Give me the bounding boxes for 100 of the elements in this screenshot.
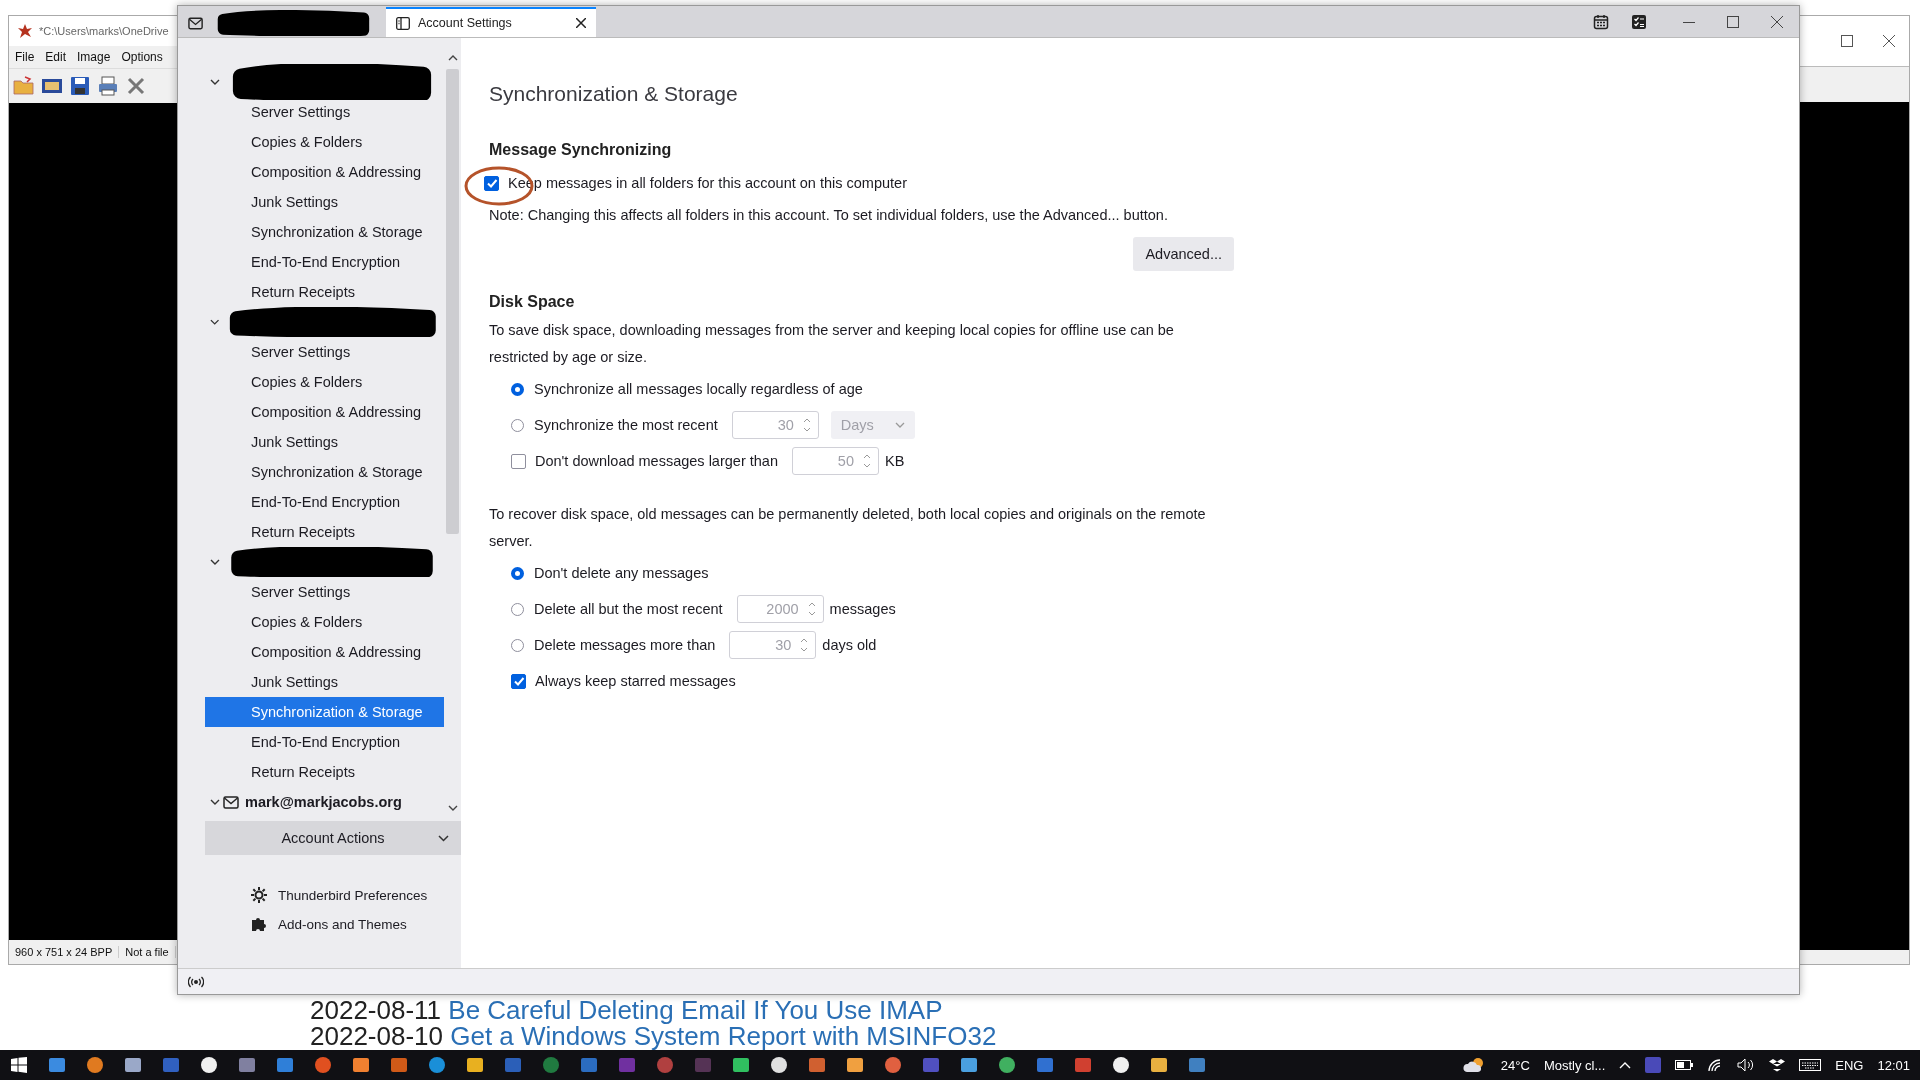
sidebar-item[interactable]: Synchronization & Storage — [205, 457, 444, 487]
task-list-icon[interactable] — [1631, 14, 1647, 30]
volume-icon — [1737, 1058, 1756, 1072]
radio-button[interactable] — [511, 418, 524, 432]
puzzle-icon — [251, 916, 267, 932]
tab[interactable]: Account Settings — [386, 7, 596, 37]
scroll-up-icon[interactable] — [447, 54, 458, 61]
option-label: Always keep starred messages — [535, 673, 736, 689]
footer-link[interactable]: Thunderbird Preferences — [251, 887, 461, 903]
scrollbar-thumb[interactable] — [446, 69, 459, 534]
language-indicator[interactable]: ENG — [1835, 1057, 1864, 1073]
app-icon[interactable] — [86, 1056, 104, 1074]
option-label: Synchronize all messages locally regardless of age — [534, 381, 863, 397]
menu-item[interactable]: File — [15, 50, 35, 64]
floppy-icon[interactable] — [69, 75, 91, 97]
radio-button[interactable] — [511, 602, 524, 616]
radio-button[interactable] — [511, 638, 524, 652]
note-text: Note: Changing this affects all folders in this account. To set individual folders, use the Advanced... button. — [489, 206, 1169, 225]
menu-item[interactable]: Options — [121, 50, 163, 64]
checkbox[interactable] — [511, 673, 526, 689]
post-link[interactable]: Be Careful Deleting Email If You Use IMAP — [448, 995, 943, 1025]
close-icon[interactable] — [1771, 16, 1783, 28]
start-button[interactable] — [11, 1057, 27, 1073]
battery-icon — [1675, 1060, 1694, 1070]
account-name[interactable]: mark@markjacobs.org — [245, 794, 402, 810]
printer-icon[interactable] — [97, 75, 119, 97]
sidebar-item[interactable]: Server Settings — [205, 337, 444, 367]
sidebar-item[interactable]: Server Settings — [205, 577, 444, 607]
clock[interactable]: 12:01 — [1877, 1057, 1910, 1073]
app-icon[interactable] — [846, 1056, 864, 1074]
window-title: *C:\Users\marks\OneDrive — [39, 25, 169, 37]
sidebar-item[interactable]: Copies & Folders — [205, 607, 444, 637]
temperature-text: 24°C — [1500, 1057, 1530, 1073]
chevron-up-icon[interactable] — [1619, 1061, 1632, 1069]
sidebar-item[interactable]: Composition & Addressing — [205, 397, 444, 427]
app-icon[interactable] — [124, 1056, 142, 1074]
unit-label: KB — [884, 453, 905, 469]
sidebar-item[interactable]: Junk Settings — [205, 187, 444, 217]
close-icon[interactable] — [576, 18, 586, 28]
connection-icon — [188, 975, 204, 988]
section-heading: Message Synchronizing — [489, 140, 673, 160]
section-heading: Disk Space — [489, 292, 576, 312]
sidebar-item[interactable]: Composition & Addressing — [205, 157, 444, 187]
sidebar-item[interactable]: Server Settings — [205, 97, 444, 127]
sidebar-item[interactable]: Copies & Folders — [205, 127, 444, 157]
sidebar-item[interactable]: Return Receipts — [205, 517, 444, 547]
description-text: To recover disk space, old messages can be permanently deleted, both local copies and originals on the remote server. — [489, 505, 1207, 551]
app-icon[interactable] — [1112, 1056, 1130, 1074]
mail-icon — [223, 795, 239, 809]
footer-link[interactable]: Add-ons and Themes — [251, 916, 461, 932]
sidebar-item[interactable]: Synchronization & Storage — [205, 697, 444, 727]
sidebar-item[interactable]: Return Receipts — [205, 277, 444, 307]
option-label: Don't download messages larger than — [535, 453, 778, 469]
option-label: Don't delete any messages — [534, 565, 709, 581]
menu-item[interactable]: Edit — [45, 50, 67, 64]
description-text: To save disk space, downloading messages from the server and keeping local copies for offline use can be restricted by age or size. — [489, 321, 1175, 367]
app-icon[interactable] — [998, 1056, 1016, 1074]
app-icon — [17, 23, 33, 39]
sidebar-item[interactable]: Synchronization & Storage — [205, 217, 444, 247]
option-label: Synchronize the most recent — [534, 417, 718, 433]
checkbox[interactable] — [484, 175, 499, 191]
folder-icon[interactable] — [13, 75, 35, 97]
app-icon[interactable] — [352, 1056, 370, 1074]
page-title: Synchronization & Storage — [489, 82, 739, 106]
keyboard-icon — [1799, 1059, 1822, 1071]
app-icon[interactable] — [732, 1056, 750, 1074]
unit-label: days old — [822, 637, 877, 653]
menu-item[interactable]: Image — [77, 50, 111, 64]
box-icon — [1769, 1058, 1786, 1072]
delete-icon[interactable] — [125, 75, 147, 97]
chevron-down-icon — [894, 422, 905, 428]
sidebar-item[interactable]: End-To-End Encryption — [205, 487, 444, 517]
settings-icon — [251, 887, 267, 903]
calendar-icon[interactable] — [1593, 14, 1609, 30]
option-label: Delete all but the most recent — [534, 601, 723, 617]
sidebar-item[interactable]: End-To-End Encryption — [205, 727, 444, 757]
app-icon[interactable] — [200, 1056, 218, 1074]
checkbox[interactable] — [511, 453, 526, 469]
app-icon[interactable] — [1150, 1056, 1168, 1074]
option-label: Delete messages more than — [534, 637, 716, 653]
unit-label: messages — [829, 601, 896, 617]
sidebar-item[interactable]: Junk Settings — [205, 667, 444, 697]
sidebar-item[interactable]: Junk Settings — [205, 427, 444, 457]
chevron-down-icon — [438, 834, 449, 842]
maximize-icon[interactable] — [1727, 16, 1739, 28]
advanced-button[interactable]: Advanced... — [1133, 237, 1234, 271]
account-actions-button[interactable]: Account Actions — [205, 821, 461, 855]
radio-button[interactable] — [511, 382, 524, 396]
scroll-down-icon[interactable] — [447, 805, 458, 812]
sidebar-item[interactable]: Return Receipts — [205, 757, 444, 787]
sidebar-item[interactable]: Composition & Addressing — [205, 637, 444, 667]
sidebar-item[interactable]: End-To-End Encryption — [205, 247, 444, 277]
sidebar-item[interactable]: Copies & Folders — [205, 367, 444, 397]
app-icon[interactable] — [770, 1056, 788, 1074]
close-icon[interactable] — [1883, 35, 1895, 47]
radio-button[interactable] — [511, 566, 524, 580]
maximize-icon[interactable] — [1841, 35, 1853, 47]
mail-icon — [188, 16, 204, 30]
app-icon[interactable] — [960, 1056, 978, 1074]
app-icon[interactable] — [466, 1056, 484, 1074]
